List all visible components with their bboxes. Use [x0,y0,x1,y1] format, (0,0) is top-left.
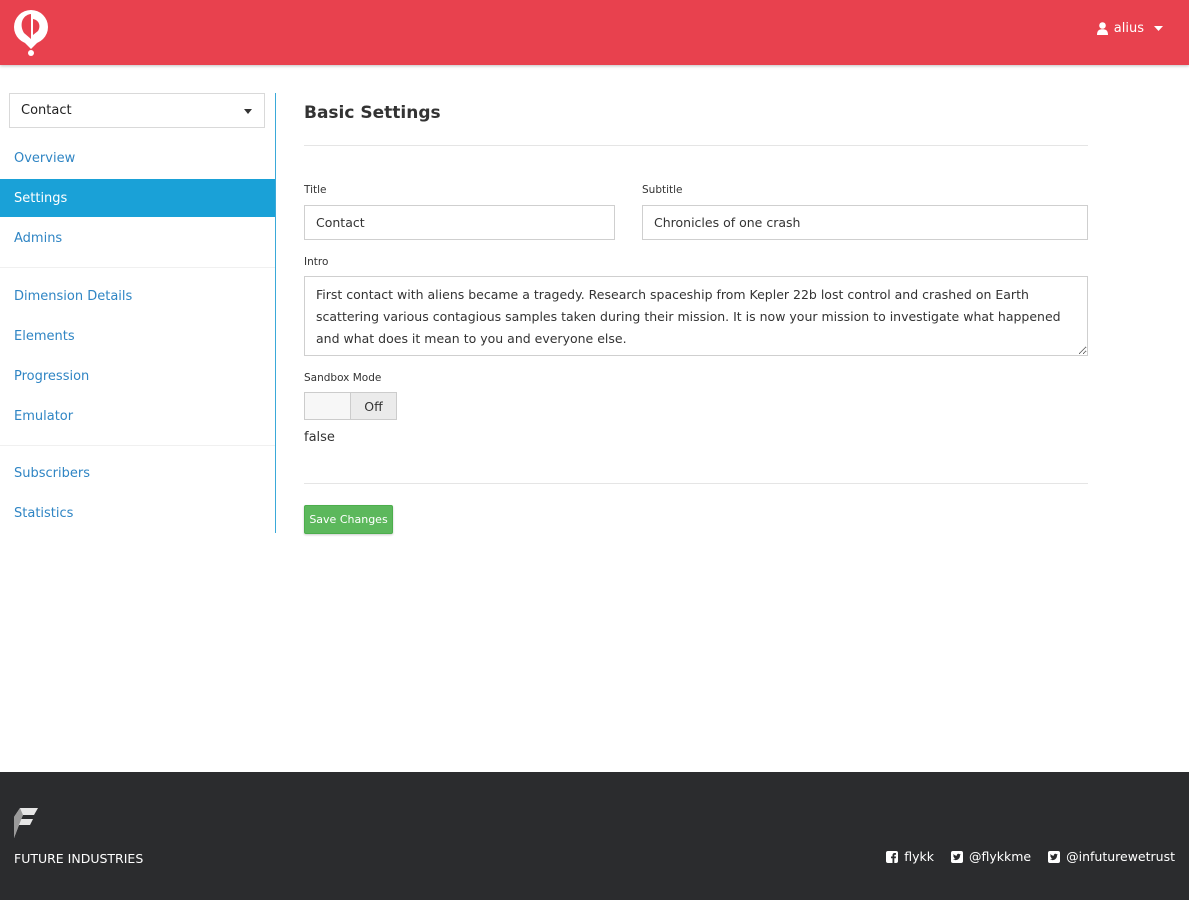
intro-textarea[interactable]: First contact with aliens became a trage… [304,276,1088,356]
project-selector[interactable]: Contact [9,93,265,128]
page-title: Basic Settings [304,103,441,123]
twitter-icon [950,850,963,863]
username: alius [1113,21,1144,36]
twitter-handle: @infuturewetrust [1066,849,1175,864]
sidebar-item-admins[interactable]: Admins [0,219,275,257]
intro-label: Intro [304,256,329,268]
toggle-handle [305,393,351,419]
sidebar-divider [0,445,275,446]
twitter-handle: @flykkme [968,849,1032,864]
sidebar-item-subscribers[interactable]: Subscribers [0,454,275,492]
divider [304,145,1088,146]
sidebar-item-emulator[interactable]: Emulator [0,397,275,435]
facebook-handle: flykk [904,849,934,864]
twitter-link[interactable]: @flykkme [950,849,1032,864]
top-navbar: alius [0,0,1189,65]
user-icon [1096,22,1108,35]
sidebar-item-settings[interactable]: Settings [0,179,275,217]
sandbox-mode-toggle[interactable]: Off [304,392,397,420]
title-label: Title [304,184,327,196]
future-industries-logo-icon [14,808,38,838]
facebook-link[interactable]: flykk [886,849,934,864]
sandbox-mode-value: false [304,430,335,445]
social-links: flykk @flykkme @infuturewetrust [886,849,1175,864]
save-changes-button[interactable]: Save Changes [304,505,393,534]
sidebar-item-elements[interactable]: Elements [0,317,275,355]
balloon-logo-icon[interactable] [12,9,50,57]
company-name: FUTURE INDUSTRIES [14,851,144,866]
sidebar: Contact Overview Settings Admins Dimensi… [0,93,276,533]
sandbox-mode-label: Sandbox Mode [304,372,382,384]
footer: FUTURE INDUSTRIES flykk @flykkme @infutu… [0,772,1189,900]
sidebar-item-progression[interactable]: Progression [0,357,275,395]
subtitle-input[interactable] [642,205,1088,240]
twitter-link[interactable]: @infuturewetrust [1048,849,1175,864]
twitter-icon [1048,850,1061,863]
sidebar-divider [0,267,275,268]
sidebar-item-dimension-details[interactable]: Dimension Details [0,277,275,315]
title-input[interactable] [304,205,615,240]
sidebar-item-statistics[interactable]: Statistics [0,494,275,532]
divider [304,483,1088,484]
facebook-icon [886,850,899,863]
subtitle-label: Subtitle [642,184,683,196]
caret-down-icon [1154,25,1163,31]
user-menu[interactable]: alius [1096,21,1163,36]
project-selector-value: Contact [21,103,72,118]
caret-down-icon [244,109,252,114]
toggle-state-label: Off [351,393,396,419]
sidebar-item-overview[interactable]: Overview [0,139,275,177]
